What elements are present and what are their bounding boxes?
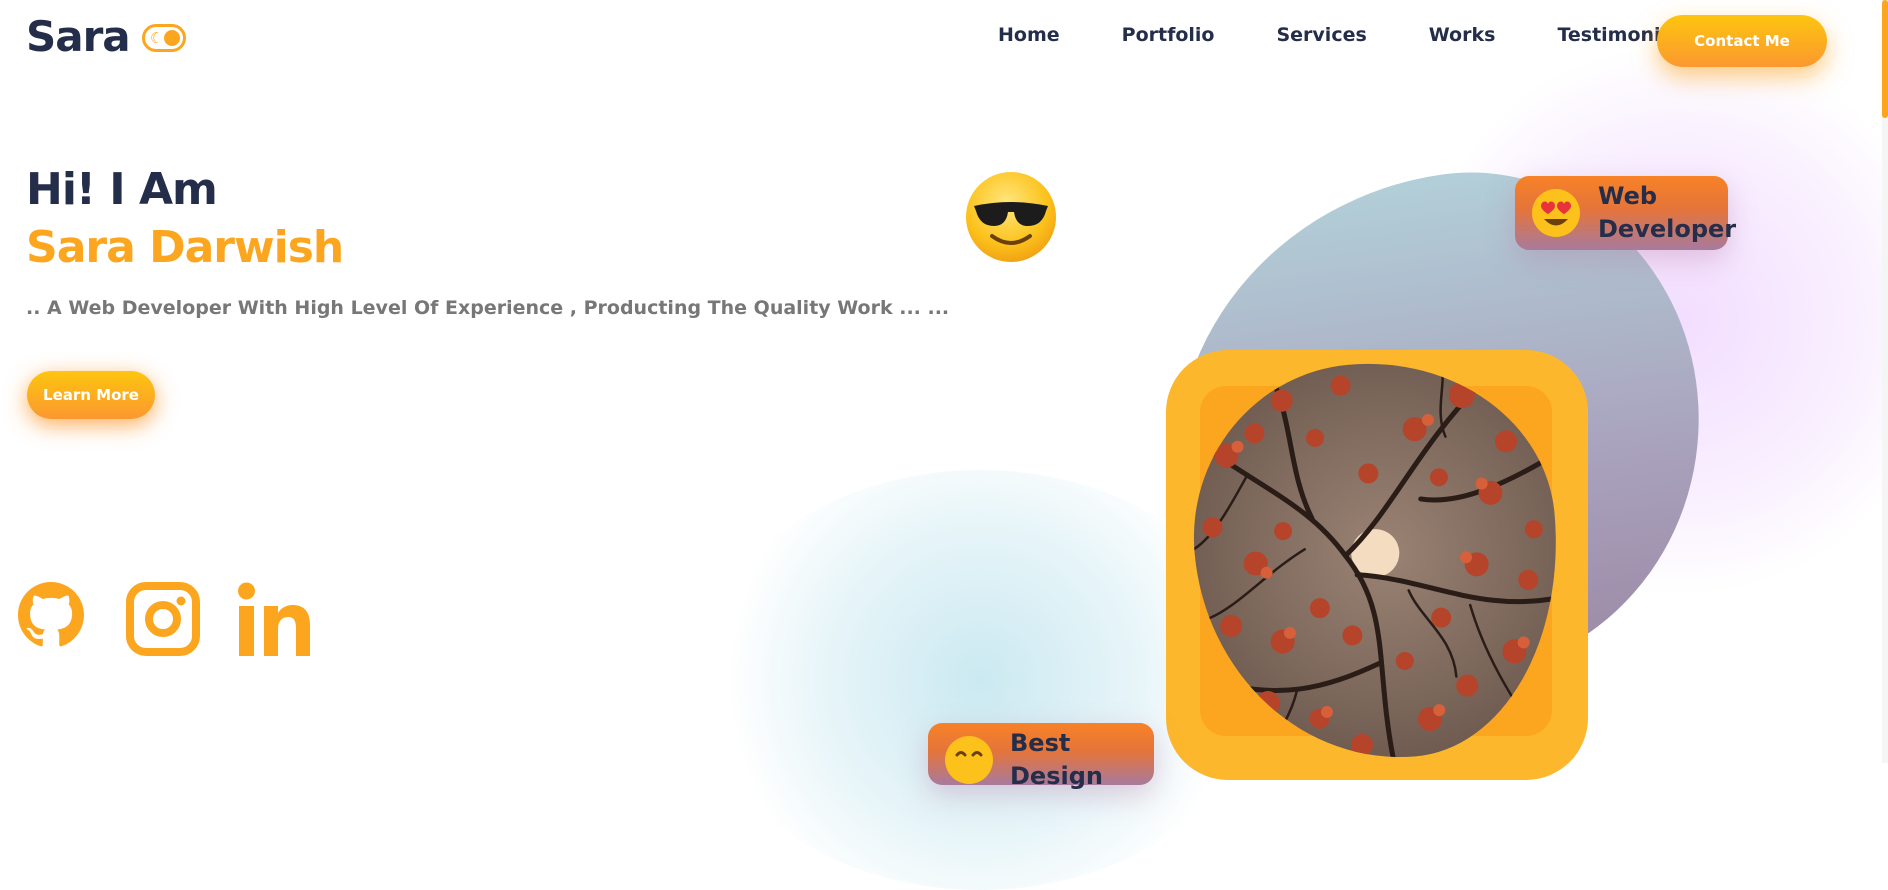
nav-services[interactable]: Services <box>1276 24 1366 46</box>
hero-name: Sara Darwish <box>26 222 344 273</box>
github-icon[interactable] <box>18 582 84 652</box>
contact-button[interactable]: Contact Me <box>1657 15 1827 67</box>
smile-emoji-icon <box>944 735 994 785</box>
web-developer-badge: Web Developer <box>1515 176 1736 250</box>
linkedin-icon[interactable] <box>236 582 314 662</box>
toggle-knob <box>164 30 180 46</box>
nav-portfolio[interactable]: Portfolio <box>1122 24 1215 46</box>
scrollbar-track[interactable] <box>1882 0 1888 763</box>
nav-works[interactable]: Works <box>1429 24 1496 46</box>
theme-toggle[interactable]: ☾ <box>142 24 186 52</box>
heart-eyes-emoji-icon <box>1531 188 1581 238</box>
web-badge-line1: Web <box>1598 182 1658 210</box>
best-design-badge: Best Design <box>928 723 1154 790</box>
hero-description: .. A Web Developer With High Level Of Ex… <box>26 297 950 319</box>
logo[interactable]: Sara <box>26 12 131 61</box>
nav-home[interactable]: Home <box>998 24 1060 46</box>
moon-icon: ☾ <box>150 29 164 47</box>
web-badge-line2: Developer <box>1598 215 1737 243</box>
learn-more-button[interactable]: Learn More <box>27 371 155 419</box>
hero-greeting: Hi! I Am <box>26 164 218 215</box>
best-design-label: Best Design <box>1010 729 1103 790</box>
instagram-icon[interactable] <box>126 582 200 660</box>
sunglasses-emoji-icon <box>964 170 1058 264</box>
main-nav: Home Portfolio Services Works Testimonia… <box>998 24 1691 46</box>
scrollbar-thumb[interactable] <box>1882 0 1888 118</box>
